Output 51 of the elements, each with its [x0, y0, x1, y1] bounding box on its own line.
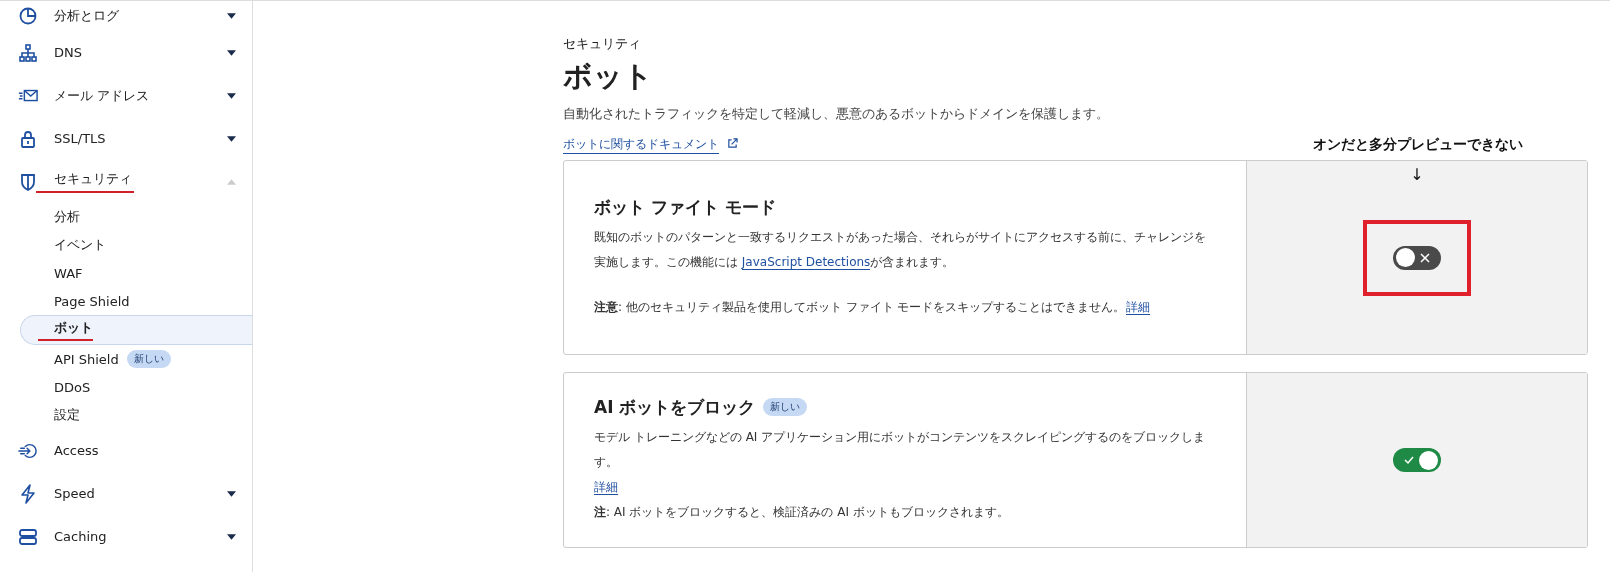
- sidebar-item[interactable]: 分析とログ: [0, 1, 252, 31]
- cross-icon: [1420, 252, 1430, 263]
- sidebar-item[interactable]: DNS: [0, 31, 252, 74]
- sidebar-item[interactable]: SSL/TLS: [0, 117, 252, 160]
- sidebar-item[interactable]: Caching: [0, 515, 252, 558]
- toggle-switch[interactable]: [1393, 448, 1441, 472]
- sidebar-item[interactable]: メール アドレス: [0, 74, 252, 117]
- sidebar-item[interactable]: Access: [0, 429, 252, 472]
- caret-down-icon: [227, 49, 236, 56]
- text-link[interactable]: 詳細: [1125, 299, 1150, 315]
- text-link[interactable]: JavaScript Detections: [741, 254, 871, 270]
- annotation-arrow: ↓: [1410, 167, 1424, 185]
- sidebar-subitem[interactable]: WAF: [20, 259, 252, 287]
- documentation-link[interactable]: ボットに関するドキュメント: [563, 136, 719, 154]
- card-title: ボット ファイト モード: [594, 195, 776, 219]
- card-text: 注意: 他のセキュリティ製品を使用してボット ファイト モードをスキップすることはできません。詳細: [594, 298, 1151, 317]
- toggle-switch[interactable]: [1393, 245, 1441, 270]
- lightning-icon: [18, 483, 38, 504]
- page-title: ボット: [563, 58, 654, 95]
- card-text: 既知のボットのパターンと一致するリクエストがあった場合、それらがサイトにアクセスする前に、チャレンジを実施します。この機能には JavaScript Detectionsが含まれます。: [594, 228, 1207, 272]
- text-link[interactable]: 詳細: [594, 479, 618, 495]
- new-badge: 新しい: [763, 398, 808, 416]
- shield-icon: [18, 171, 38, 192]
- storage-icon: [18, 526, 38, 547]
- card-text: 注: AI ボットをブロックすると、検証済みの AI ボットもブロックされます。: [594, 503, 1010, 521]
- card-title: AI ボットをブロック: [594, 395, 756, 419]
- pie-chart-icon: [18, 6, 38, 26]
- annotation-text: オンだと多分プレビューできない: [1313, 136, 1523, 154]
- sidebar-subitem[interactable]: イベント: [20, 231, 252, 259]
- caret-down-icon: [227, 92, 236, 99]
- external-link-icon: [727, 138, 738, 149]
- caret-down-icon: [227, 13, 236, 19]
- sidebar-subitem[interactable]: 分析: [20, 203, 252, 231]
- sidebar-subitem[interactable]: ボット: [20, 315, 252, 345]
- check-icon: [1404, 455, 1414, 465]
- caret-down-icon: [227, 533, 236, 540]
- caret-up-icon: [227, 178, 236, 185]
- caret-down-icon: [227, 135, 236, 142]
- sidebar-subitem[interactable]: API Shield 新しい: [20, 345, 252, 373]
- sidebar-subitem[interactable]: 設定: [20, 401, 252, 429]
- sidebar-item[interactable]: Speed: [0, 472, 252, 515]
- breadcrumb: セキュリティ: [563, 35, 642, 53]
- page-description: 自動化されたトラフィックを特定して軽減し、悪意のあるボットからドメインを保護します。: [563, 105, 1110, 123]
- sitemap-icon: [18, 42, 38, 63]
- sidebar-subitem[interactable]: Page Shield: [20, 287, 252, 315]
- new-badge: 新しい: [126, 350, 171, 368]
- card-text: モデル トレーニングなどの AI アプリケーション用にボットがコンテンツをスクレイピングするのをブロックします。: [594, 428, 1207, 471]
- lock-icon: [18, 128, 38, 149]
- sidebar-item[interactable]: セキュリティ: [0, 160, 252, 203]
- sidebar-subitem[interactable]: DDoS: [20, 373, 252, 401]
- caret-down-icon: [227, 490, 236, 497]
